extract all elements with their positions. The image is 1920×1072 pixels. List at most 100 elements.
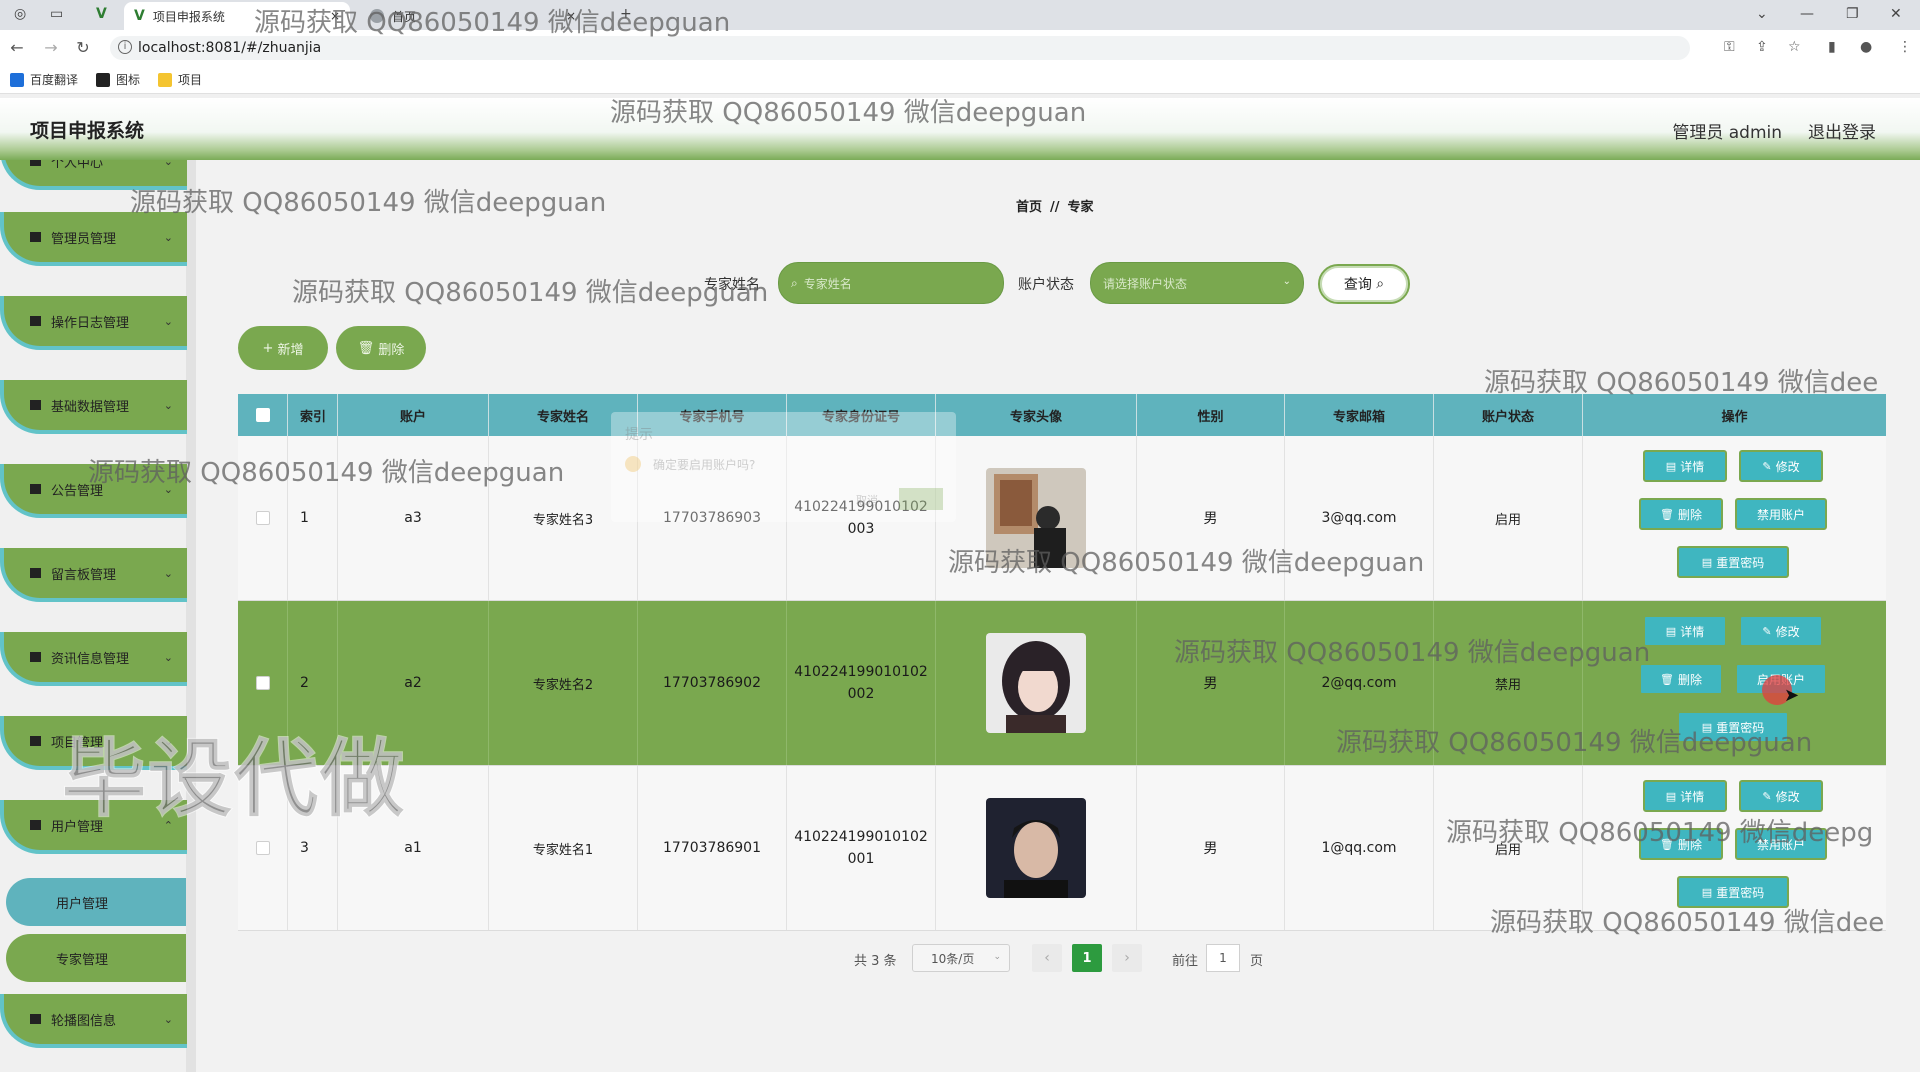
info-icon[interactable]: i bbox=[118, 40, 132, 54]
edit-button[interactable]: ✎ 修改 bbox=[1739, 450, 1823, 482]
cell-account: a3 bbox=[338, 436, 489, 600]
cell-avatar bbox=[936, 436, 1137, 600]
address-bar-row: ← → ↻ i localhost:8081/#/zhuanjia ⚿ ⇪ ☆ … bbox=[0, 30, 1920, 66]
sidebar-item-carousel[interactable]: 轮播图信息 ⌄ bbox=[0, 994, 187, 1048]
key-icon[interactable]: ⚿ bbox=[1724, 39, 1735, 55]
back-icon[interactable]: ← bbox=[2, 38, 32, 57]
delete-button[interactable]: 🗑 删除 bbox=[1639, 498, 1723, 530]
prev-page-button[interactable]: ‹ bbox=[1032, 944, 1062, 972]
sidebar-item-messages[interactable]: 留言板管理 ⌄ bbox=[0, 548, 187, 602]
new-tab-icon[interactable]: + bbox=[620, 6, 632, 22]
sidebar-scrollbar[interactable] bbox=[186, 160, 196, 1072]
close-tab-icon[interactable]: × bbox=[330, 9, 340, 23]
row-checkbox[interactable] bbox=[255, 676, 270, 690]
url-field[interactable]: i localhost:8081/#/zhuanjia bbox=[110, 36, 1690, 60]
chevron-down-icon: ⌄ bbox=[1282, 276, 1291, 287]
sidebar-item-admins[interactable]: 管理员管理 ⌄ bbox=[0, 212, 187, 266]
edit-button[interactable]: ✎ 修改 bbox=[1739, 615, 1823, 647]
expert-name-label: 专家姓名 bbox=[704, 277, 760, 293]
close-window-icon[interactable]: ✕ bbox=[1890, 6, 1902, 22]
sidebar-item-notices[interactable]: 公告管理 ⌄ bbox=[0, 464, 187, 518]
popconfirm-cancel[interactable]: 取消 bbox=[856, 492, 878, 508]
select-all-checkbox[interactable] bbox=[255, 408, 270, 422]
page-size-select[interactable]: 10条/页 ⌄ bbox=[912, 944, 1010, 972]
sidebar-item-profile[interactable]: 个人中心 ⌄ bbox=[0, 160, 187, 190]
bookmark-project[interactable]: 项目 bbox=[158, 71, 202, 88]
account-status-select[interactable]: 请选择账户状态 ⌄ bbox=[1090, 262, 1304, 304]
cell-gender: 男 bbox=[1137, 436, 1285, 600]
app-header: 项目申报系统 管理员 admin 退出登录 bbox=[0, 98, 1920, 160]
tab-search-icon[interactable]: ⌄ bbox=[1756, 6, 1768, 22]
chevron-down-icon: ⌄ bbox=[163, 231, 173, 244]
cell-ops: ▤详情 ✎修改 🗑删除 启用账户 ▤重置密码 bbox=[1583, 601, 1886, 765]
sidebar-subitem-experts[interactable]: 专家管理 bbox=[6, 934, 186, 982]
edit-button[interactable]: ✎ 修改 bbox=[1739, 780, 1823, 812]
sidepanel-icon[interactable]: ▮ bbox=[1828, 39, 1836, 55]
sidebar-subitem-users[interactable]: 用户管理 bbox=[6, 878, 186, 926]
menu-icon[interactable]: ⋮ bbox=[1898, 39, 1912, 55]
delete-button[interactable]: 🗑 删除 bbox=[1639, 828, 1723, 860]
bookmark-baidu-translate[interactable]: 百度翻译 bbox=[10, 71, 78, 88]
row-checkbox-cell[interactable] bbox=[238, 436, 288, 600]
chevron-left-icon: ‹ bbox=[1044, 950, 1050, 966]
popconfirm-ok[interactable] bbox=[899, 488, 943, 510]
batch-delete-button[interactable]: 🗑 删除 bbox=[336, 326, 426, 370]
row-checkbox-cell[interactable] bbox=[238, 601, 288, 765]
reload-icon[interactable]: ↻ bbox=[68, 38, 98, 57]
avatar-3 bbox=[986, 798, 1086, 898]
blank-tab-icon[interactable]: ▭ bbox=[50, 6, 63, 22]
reset-password-button[interactable]: ▤ 重置密码 bbox=[1677, 876, 1789, 908]
profile-icon[interactable]: ● bbox=[1860, 39, 1872, 55]
page-1-button[interactable]: 1 bbox=[1072, 944, 1102, 972]
sidebar-item-basedata[interactable]: 基础数据管理 ⌄ bbox=[0, 380, 187, 434]
bookmark-icons[interactable]: 图标 bbox=[96, 71, 140, 88]
star-icon[interactable]: ☆ bbox=[1788, 39, 1801, 55]
browser-tab-active[interactable]: V 项目申报系统 × bbox=[124, 2, 350, 30]
cell-gender: 男 bbox=[1137, 601, 1285, 765]
chevron-up-icon: ⌃ bbox=[163, 819, 173, 832]
browser-tab-2[interactable]: 首页 × bbox=[360, 2, 586, 30]
forward-icon[interactable]: → bbox=[36, 38, 66, 57]
breadcrumb-home[interactable]: 首页 bbox=[1016, 200, 1042, 215]
pencil-icon: ✎ bbox=[1762, 624, 1772, 638]
globe-icon bbox=[370, 9, 384, 23]
doc-icon: ▤ bbox=[1665, 459, 1677, 473]
warning-icon bbox=[625, 456, 641, 472]
sidebar-item-projects[interactable]: 项目管理 ⌄ bbox=[0, 716, 187, 770]
grid-icon bbox=[30, 400, 41, 410]
logout-link[interactable]: 退出登录 bbox=[1808, 118, 1876, 143]
toggle-account-button[interactable]: 禁用账户 bbox=[1735, 498, 1827, 530]
expert-name-input[interactable]: ⌕ 专家姓名 bbox=[778, 262, 1004, 304]
image-icon bbox=[96, 72, 111, 87]
restore-icon[interactable]: ❐ bbox=[1846, 6, 1859, 22]
breadcrumb: 首页//专家 bbox=[1016, 200, 1094, 215]
table-row[interactable]: 3 a1 专家姓名1 17703786901 410224199010102 00… bbox=[238, 766, 1886, 931]
close-tab-icon[interactable]: × bbox=[566, 9, 576, 23]
toggle-account-button[interactable]: 禁用账户 bbox=[1735, 828, 1827, 860]
table-row[interactable]: 1 a3 专家姓名3 17703786903 410224199010102 00… bbox=[238, 436, 1886, 601]
grid-icon bbox=[30, 568, 41, 578]
sidebar-item-news[interactable]: 资讯信息管理 ⌄ bbox=[0, 632, 187, 686]
select-all-checkbox-cell[interactable] bbox=[238, 394, 288, 436]
reset-password-button[interactable]: ▤ 重置密码 bbox=[1677, 711, 1789, 743]
account-status-label: 账户状态 bbox=[1018, 277, 1074, 293]
cell-ops: ▤ 详情 ✎ 修改 🗑 删除 禁用账户 ▤ 重置密码 bbox=[1583, 766, 1886, 930]
table-row[interactable]: 2 a2 专家姓名2 17703786902 410224199010102 00… bbox=[238, 601, 1886, 766]
query-button[interactable]: 查询 ⌕ bbox=[1318, 264, 1410, 304]
sidebar-item-users[interactable]: 用户管理 ⌃ bbox=[0, 800, 187, 854]
sidebar-item-oplogs[interactable]: 操作日志管理 ⌄ bbox=[0, 296, 187, 350]
row-checkbox[interactable] bbox=[255, 511, 270, 525]
minimize-icon[interactable]: — bbox=[1800, 6, 1814, 22]
cell-email: 2@qq.com bbox=[1285, 601, 1434, 765]
delete-button[interactable]: 🗑 删除 bbox=[1639, 663, 1723, 695]
row-checkbox[interactable] bbox=[255, 841, 270, 855]
share-icon[interactable]: ⇪ bbox=[1756, 39, 1768, 55]
next-page-button[interactable]: › bbox=[1112, 944, 1142, 972]
reset-password-button[interactable]: ▤ 重置密码 bbox=[1677, 546, 1789, 578]
row-checkbox-cell[interactable] bbox=[238, 766, 288, 930]
detail-button[interactable]: ▤ 详情 bbox=[1643, 780, 1727, 812]
add-button[interactable]: + 新增 bbox=[238, 326, 328, 370]
detail-button[interactable]: ▤ 详情 bbox=[1643, 615, 1727, 647]
pager-goto-input[interactable]: 1 bbox=[1206, 944, 1240, 972]
detail-button[interactable]: ▤ 详情 bbox=[1643, 450, 1727, 482]
